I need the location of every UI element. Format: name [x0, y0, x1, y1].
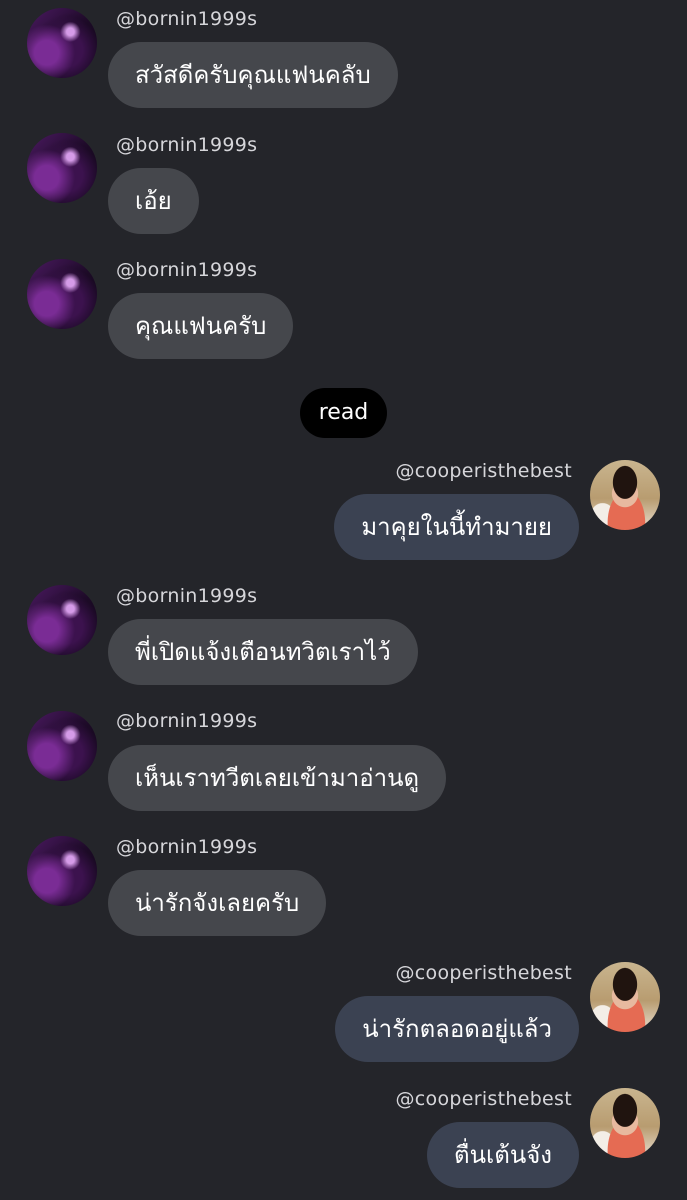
message-bubble[interactable]: มาคุยในนี้ทำมายย: [334, 494, 579, 560]
avatar[interactable]: [27, 711, 97, 781]
message-bubble[interactable]: คุณแฟนครับ: [108, 293, 294, 359]
message-bubble[interactable]: น่ารักตลอดอยู่แล้ว: [335, 996, 579, 1062]
avatar[interactable]: [27, 585, 97, 655]
message-bubble[interactable]: เห็นเราทวีตเลยเข้ามาอ่านดู: [108, 745, 447, 811]
username[interactable]: @cooperisthebest: [395, 961, 572, 985]
message-bubble[interactable]: สวัสดีครับคุณแฟนคลับ: [108, 42, 398, 108]
message-bubble[interactable]: พี่เปิดแจ้งเตือนทวิตเราไว้: [108, 619, 418, 685]
avatar[interactable]: [590, 962, 660, 1032]
message-bubble[interactable]: ตื่นเต้นจัง: [427, 1122, 579, 1188]
message-bubble[interactable]: เอ้ย: [108, 168, 199, 234]
username[interactable]: @bornin1999s: [116, 7, 257, 31]
message-bubble[interactable]: น่ารักจังเลยครับ: [108, 870, 327, 936]
avatar[interactable]: [590, 1088, 660, 1158]
username[interactable]: @bornin1999s: [116, 584, 257, 608]
avatar[interactable]: [27, 8, 97, 78]
avatar[interactable]: [27, 259, 97, 329]
username[interactable]: @cooperisthebest: [395, 459, 572, 483]
avatar[interactable]: [27, 836, 97, 906]
username[interactable]: @bornin1999s: [116, 133, 257, 157]
avatar[interactable]: [590, 460, 660, 530]
username[interactable]: @bornin1999s: [116, 258, 257, 282]
username[interactable]: @cooperisthebest: [395, 1087, 572, 1111]
username[interactable]: @bornin1999s: [116, 709, 257, 733]
read-indicator: read: [300, 388, 387, 438]
chat-thread: @bornin1999s สวัสดีครับคุณแฟนคลับ @borni…: [0, 0, 687, 1200]
username[interactable]: @bornin1999s: [116, 835, 257, 859]
avatar[interactable]: [27, 133, 97, 203]
